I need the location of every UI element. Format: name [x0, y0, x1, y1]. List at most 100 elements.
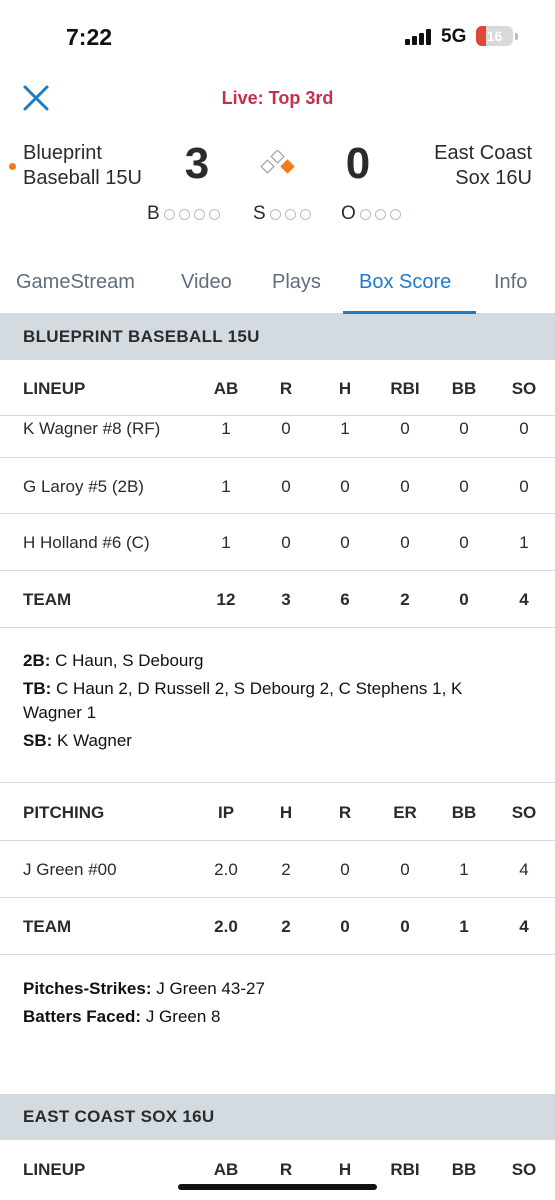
total-bases-note: TB: C Haun 2, D Russell 2, S Debourg 2, …	[23, 679, 463, 722]
strikes-label: S	[253, 203, 266, 224]
team1-name: BLUEPRINT BASEBALL 15U	[23, 327, 260, 346]
stat-so: 0	[519, 419, 529, 438]
outs-count: O	[341, 202, 405, 226]
stat-bb: 1	[459, 860, 469, 879]
rbi-column-header: RBI	[390, 379, 420, 398]
team1-section-header: BLUEPRINT BASEBALL 15U	[0, 314, 555, 360]
stat-rbi: 0	[400, 419, 410, 438]
total-r: 3	[281, 590, 291, 609]
so-column-header: SO	[511, 803, 537, 822]
stolen-bases-note: SB: K Wagner	[23, 731, 132, 750]
away-score: 3	[184, 139, 210, 188]
bb-column-header: BB	[451, 379, 477, 398]
stat-r: 0	[340, 860, 350, 879]
tab-info[interactable]: Info	[494, 271, 527, 294]
bb-column-header: BB	[451, 803, 477, 822]
player-name: H Holland #6 (C)	[23, 533, 150, 552]
player-name: G Laroy #5 (2B)	[23, 477, 144, 496]
balls-count: B	[147, 202, 224, 226]
home-team-name[interactable]: East Coast Sox 16U	[372, 141, 532, 191]
tab-plays[interactable]: Plays	[272, 271, 321, 294]
tab-video[interactable]: Video	[181, 271, 232, 294]
pitches-strikes-note: Pitches-Strikes: J Green 43-27	[23, 979, 265, 998]
network-label: 5G	[441, 26, 467, 47]
total-r: 0	[340, 917, 350, 936]
stat-r: 0	[281, 477, 291, 496]
stat-h: 2	[281, 860, 291, 879]
total-ab: 12	[216, 590, 236, 609]
bases-diamond-icon	[260, 150, 295, 174]
live-status: Live: Top 3rd	[221, 88, 334, 108]
away-team-name[interactable]: Blueprint Baseball 15U	[23, 141, 183, 191]
status-bar: 7:22 5G 16	[0, 0, 555, 70]
total-so: 4	[519, 590, 529, 609]
r-column-header: R	[279, 379, 293, 398]
away-team-line1: Blueprint	[23, 142, 102, 164]
away-team-line2: Baseball 15U	[23, 167, 142, 189]
bb-column-header: BB	[451, 1160, 477, 1179]
r-column-header: R	[279, 1160, 293, 1179]
total-er: 0	[400, 917, 410, 936]
rbi-column-header: RBI	[390, 1160, 420, 1179]
stat-rbi: 0	[400, 477, 410, 496]
home-team-line1: East Coast	[434, 142, 532, 164]
stat-ab: 1	[221, 533, 231, 552]
total-ip: 2.0	[214, 917, 238, 936]
doubles-note: 2B: C Haun, S Debourg	[23, 651, 204, 670]
so-column-header: SO	[511, 1160, 537, 1179]
stat-bb: 0	[459, 477, 469, 496]
at-bat-indicator	[9, 163, 16, 170]
pitching-column-header: PITCHING	[23, 803, 105, 822]
total-rbi: 2	[400, 590, 410, 609]
total-h: 2	[281, 917, 291, 936]
home-indicator[interactable]	[178, 1184, 377, 1190]
team2-name: EAST COAST SOX 16U	[23, 1107, 215, 1126]
stat-h: 1	[340, 419, 350, 438]
total-bb: 1	[459, 917, 469, 936]
stat-bb: 0	[459, 419, 469, 438]
total-h: 6	[340, 590, 350, 609]
status-time: 7:22	[66, 24, 113, 50]
battery-level: 16	[486, 28, 503, 44]
pitching-notes: Pitches-Strikes: J Green 43-27 Batters F…	[23, 977, 523, 1029]
stat-so: 1	[519, 533, 529, 552]
er-column-header: ER	[393, 803, 417, 822]
stat-bb: 0	[459, 533, 469, 552]
so-column-header: SO	[511, 379, 537, 398]
team-total-label: TEAM	[23, 590, 72, 609]
tab-gamestream[interactable]: GameStream	[16, 271, 135, 294]
total-so: 4	[519, 917, 529, 936]
balls-label: B	[147, 203, 160, 224]
team-total-label: TEAM	[23, 917, 72, 936]
pitcher-name: J Green #00	[23, 860, 117, 879]
outs-label: O	[341, 203, 356, 224]
stat-ab: 1	[221, 419, 231, 438]
ab-column-header: AB	[213, 1160, 239, 1179]
stat-r: 0	[281, 533, 291, 552]
strikes-count: S	[253, 202, 315, 226]
lineup-column-header: LINEUP	[23, 379, 86, 398]
stat-rbi: 0	[400, 533, 410, 552]
stat-er: 0	[400, 860, 410, 879]
stat-ab: 1	[221, 477, 231, 496]
stat-so: 4	[519, 860, 529, 879]
h-column-header: H	[279, 803, 293, 822]
tab-box-score[interactable]: Box Score	[359, 271, 451, 294]
ip-column-header: IP	[217, 803, 235, 822]
batters-faced-note: Batters Faced: J Green 8	[23, 1007, 221, 1026]
total-bb: 0	[459, 590, 469, 609]
stat-h: 0	[340, 477, 350, 496]
stat-h: 0	[340, 533, 350, 552]
signal-icon	[405, 29, 433, 45]
batting-notes: 2B: C Haun, S Debourg TB: C Haun 2, D Ru…	[23, 649, 523, 753]
team2-section-header: EAST COAST SOX 16U	[0, 1094, 555, 1140]
home-team-line2: Sox 16U	[455, 167, 532, 189]
stat-ip: 2.0	[214, 860, 238, 879]
battery-icon: 16	[476, 26, 513, 46]
player-name: K Wagner #8 (RF)	[23, 419, 161, 438]
ab-column-header: AB	[213, 379, 239, 398]
tab-bar: GameStream Video Plays Box Score Info	[0, 262, 555, 314]
stat-r: 0	[281, 419, 291, 438]
stat-so: 0	[519, 477, 529, 496]
h-column-header: H	[338, 379, 352, 398]
